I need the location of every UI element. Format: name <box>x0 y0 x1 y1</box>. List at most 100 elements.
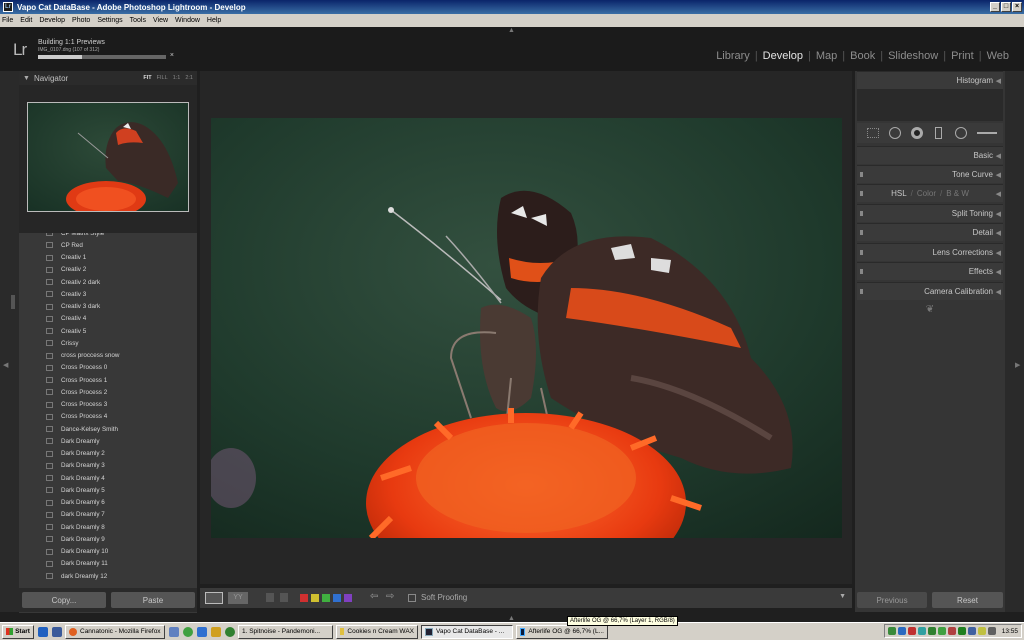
menu-window[interactable]: Window <box>175 17 200 24</box>
quicklaunch-icon-2[interactable] <box>169 626 179 637</box>
section-split-toning[interactable]: Split Toning ◀ <box>857 204 1003 222</box>
menu-develop[interactable]: Develop <box>39 17 65 24</box>
right-panel-toggle-icon[interactable]: ▶ <box>1015 361 1020 369</box>
zoom-fit[interactable]: FIT <box>143 75 151 81</box>
section-basic[interactable]: Basic ◀ <box>857 146 1003 164</box>
soft-proofing-checkbox[interactable] <box>408 594 416 602</box>
previous-arrow-icon[interactable]: ⇦ <box>370 591 378 602</box>
zoom-fill[interactable]: FILL <box>157 75 168 81</box>
toolbar-menu-icon[interactable]: ▼ <box>839 593 846 600</box>
task-folder[interactable]: Cookies n Cream WAX <box>336 624 418 639</box>
cancel-icon[interactable]: × <box>170 52 174 59</box>
show-desktop-icon[interactable] <box>38 626 48 637</box>
tray-icon-2[interactable] <box>897 627 906 635</box>
navigator-header[interactable]: ▼ Navigator FIT FILL 1:1 2:1 <box>19 71 197 85</box>
preset-item[interactable]: CP Red <box>19 239 197 251</box>
reset-button[interactable]: Reset <box>932 592 1003 608</box>
quicklaunch-icon[interactable] <box>52 626 62 637</box>
top-panel-toggle-icon[interactable]: ▲ <box>508 27 515 34</box>
color-label-swatch[interactable] <box>300 594 308 602</box>
adjustment-brush-icon[interactable] <box>977 132 997 134</box>
before-after-view-icon[interactable]: YY <box>228 592 248 604</box>
hsl-label[interactable]: HSL <box>891 189 907 198</box>
section-effects[interactable]: Effects ◀ <box>857 262 1003 280</box>
menu-help[interactable]: Help <box>207 17 221 24</box>
menu-tools[interactable]: Tools <box>130 17 146 24</box>
zoom-1-1[interactable]: 1:1 <box>173 75 181 81</box>
color-label-swatch[interactable] <box>344 594 352 602</box>
collapse-triangle-icon[interactable]: ▼ <box>23 75 30 82</box>
quicklaunch-icon-5[interactable] <box>225 626 235 637</box>
color-label-swatch[interactable] <box>311 594 319 602</box>
preset-item[interactable]: Crissy <box>19 337 197 349</box>
preset-item[interactable]: Cross Process 3 <box>19 399 197 411</box>
volume-icon[interactable] <box>987 627 996 635</box>
module-web[interactable]: Web <box>982 50 1014 62</box>
close-button[interactable]: × <box>1012 2 1022 12</box>
tone-curve-switch[interactable] <box>860 172 863 177</box>
detail-switch[interactable] <box>860 230 863 235</box>
menu-settings[interactable]: Settings <box>97 17 122 24</box>
module-map[interactable]: Map <box>811 50 842 62</box>
tray-icon-10[interactable] <box>977 627 986 635</box>
preset-item[interactable]: Creativ 5 <box>19 325 197 337</box>
preset-item[interactable]: Dark Dreamly 11 <box>19 558 197 570</box>
section-camera-calibration[interactable]: Camera Calibration ◀ <box>857 282 1003 300</box>
color-label-swatch[interactable] <box>333 594 341 602</box>
tray-icon-7[interactable] <box>947 627 956 635</box>
module-library[interactable]: Library <box>711 50 755 62</box>
tray-icon-6[interactable] <box>937 627 946 635</box>
section-hsl[interactable]: HSL / Color / B & W ◀ <box>857 184 1003 202</box>
preset-item[interactable]: cross proccess snow <box>19 350 197 362</box>
preset-item[interactable]: Dark Dreamly 6 <box>19 497 197 509</box>
flag-pick-icon[interactable] <box>266 593 274 602</box>
effects-switch[interactable] <box>860 269 863 274</box>
split-toning-switch[interactable] <box>860 211 863 216</box>
previous-button[interactable]: Previous <box>857 592 927 608</box>
preset-item[interactable]: Dark Dreamly 9 <box>19 533 197 545</box>
left-panel-scrollbar[interactable] <box>11 295 15 309</box>
task-lightroom[interactable]: Vapo Cat DataBase - ... <box>421 624 513 639</box>
module-print[interactable]: Print <box>946 50 979 62</box>
maximize-button[interactable]: □ <box>1001 2 1011 12</box>
preset-item[interactable]: Cross Process 1 <box>19 374 197 386</box>
preset-item[interactable]: Dark Dreamly 10 <box>19 546 197 558</box>
preset-item[interactable]: Dark Dreamly 3 <box>19 460 197 472</box>
module-book[interactable]: Book <box>845 50 880 62</box>
preset-item[interactable]: Dark Dreamly 4 <box>19 472 197 484</box>
paste-button[interactable]: Paste <box>111 592 195 608</box>
spot-removal-icon[interactable] <box>889 127 901 139</box>
lens-corrections-switch[interactable] <box>860 250 863 255</box>
crop-tool-icon[interactable] <box>867 128 879 138</box>
preset-item[interactable]: Dark Dreamly 8 <box>19 521 197 533</box>
preset-item[interactable]: Dark Dreamly 5 <box>19 484 197 496</box>
copy-button[interactable]: Copy... <box>22 592 106 608</box>
radial-filter-icon[interactable] <box>955 127 967 139</box>
task-music[interactable]: 1. Spitnoise - Pandemoni... <box>238 624 333 639</box>
flag-reject-icon[interactable] <box>280 593 288 602</box>
loupe-view-icon[interactable] <box>205 592 223 604</box>
preset-item[interactable]: Cross Process 2 <box>19 386 197 398</box>
tray-icon-3[interactable] <box>907 627 916 635</box>
start-button[interactable]: Start <box>2 624 34 639</box>
menu-edit[interactable]: Edit <box>20 17 32 24</box>
preset-item[interactable]: Creativ 2 <box>19 264 197 276</box>
camera-calibration-switch[interactable] <box>860 289 863 294</box>
main-photo[interactable] <box>211 118 842 538</box>
section-detail[interactable]: Detail ◀ <box>857 223 1003 241</box>
clock[interactable]: 13:55 <box>1002 628 1018 635</box>
minimize-button[interactable]: _ <box>990 2 1000 12</box>
menu-file[interactable]: File <box>2 17 13 24</box>
preset-item[interactable]: Creativ 3 dark <box>19 301 197 313</box>
bottom-panel-toggle-icon[interactable]: ▲ <box>508 615 515 622</box>
task-photoshop[interactable]: Afterlife OG @ 66,7% (L... <box>516 624 608 639</box>
preset-item[interactable]: Dance-Kelsey Smith <box>19 423 197 435</box>
preset-item[interactable]: Dark Dreamly <box>19 435 197 447</box>
zoom-2-1[interactable]: 2:1 <box>185 75 193 81</box>
menu-view[interactable]: View <box>153 17 168 24</box>
section-tone-curve[interactable]: Tone Curve ◀ <box>857 165 1003 183</box>
preset-item[interactable]: Creativ 1 <box>19 252 197 264</box>
preset-item[interactable]: Creativ 2 dark <box>19 276 197 288</box>
preset-item[interactable]: Cross Process 4 <box>19 411 197 423</box>
bw-label[interactable]: B & W <box>946 189 969 198</box>
